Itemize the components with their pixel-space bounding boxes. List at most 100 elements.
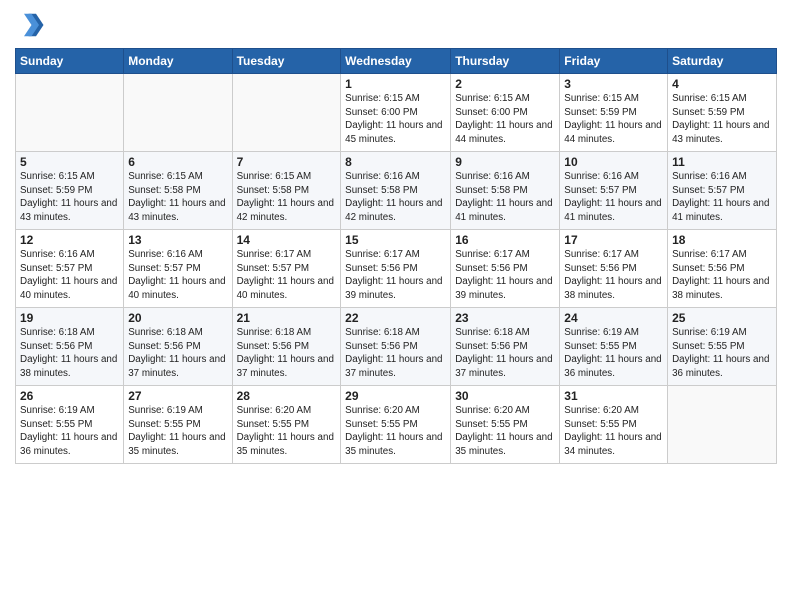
calendar-cell: 12Sunrise: 6:16 AM Sunset: 5:57 PM Dayli… [16, 230, 124, 308]
calendar-cell: 31Sunrise: 6:20 AM Sunset: 5:55 PM Dayli… [560, 386, 668, 464]
calendar-cell: 11Sunrise: 6:16 AM Sunset: 5:57 PM Dayli… [668, 152, 777, 230]
calendar-body: 1Sunrise: 6:15 AM Sunset: 6:00 PM Daylig… [16, 74, 777, 464]
calendar-cell [232, 74, 341, 152]
day-number: 14 [237, 233, 337, 247]
day-info: Sunrise: 6:15 AM Sunset: 5:59 PM Dayligh… [564, 92, 663, 147]
logo [15, 10, 49, 40]
day-header-thursday: Thursday [451, 49, 560, 74]
calendar-cell: 16Sunrise: 6:17 AM Sunset: 5:56 PM Dayli… [451, 230, 560, 308]
day-info: Sunrise: 6:16 AM Sunset: 5:58 PM Dayligh… [455, 170, 555, 225]
day-info: Sunrise: 6:16 AM Sunset: 5:57 PM Dayligh… [564, 170, 663, 225]
day-number: 20 [128, 311, 227, 325]
calendar-cell: 3Sunrise: 6:15 AM Sunset: 5:59 PM Daylig… [560, 74, 668, 152]
calendar-table: SundayMondayTuesdayWednesdayThursdayFrid… [15, 48, 777, 464]
day-info: Sunrise: 6:16 AM Sunset: 5:57 PM Dayligh… [128, 248, 227, 303]
day-number: 31 [564, 389, 663, 403]
calendar-cell: 28Sunrise: 6:20 AM Sunset: 5:55 PM Dayli… [232, 386, 341, 464]
calendar-cell: 4Sunrise: 6:15 AM Sunset: 5:59 PM Daylig… [668, 74, 777, 152]
week-row-1: 1Sunrise: 6:15 AM Sunset: 6:00 PM Daylig… [16, 74, 777, 152]
day-info: Sunrise: 6:16 AM Sunset: 5:57 PM Dayligh… [672, 170, 772, 225]
calendar-cell: 22Sunrise: 6:18 AM Sunset: 5:56 PM Dayli… [341, 308, 451, 386]
day-info: Sunrise: 6:15 AM Sunset: 6:00 PM Dayligh… [455, 92, 555, 147]
days-header-row: SundayMondayTuesdayWednesdayThursdayFrid… [16, 49, 777, 74]
calendar-cell: 10Sunrise: 6:16 AM Sunset: 5:57 PM Dayli… [560, 152, 668, 230]
day-info: Sunrise: 6:20 AM Sunset: 5:55 PM Dayligh… [345, 404, 446, 459]
logo-icon [15, 10, 45, 40]
day-number: 21 [237, 311, 337, 325]
day-number: 10 [564, 155, 663, 169]
day-number: 8 [345, 155, 446, 169]
day-number: 22 [345, 311, 446, 325]
day-header-wednesday: Wednesday [341, 49, 451, 74]
day-number: 26 [20, 389, 119, 403]
day-info: Sunrise: 6:17 AM Sunset: 5:56 PM Dayligh… [672, 248, 772, 303]
day-info: Sunrise: 6:17 AM Sunset: 5:57 PM Dayligh… [237, 248, 337, 303]
calendar-cell [668, 386, 777, 464]
day-info: Sunrise: 6:18 AM Sunset: 5:56 PM Dayligh… [345, 326, 446, 381]
calendar-cell: 2Sunrise: 6:15 AM Sunset: 6:00 PM Daylig… [451, 74, 560, 152]
day-info: Sunrise: 6:15 AM Sunset: 5:58 PM Dayligh… [128, 170, 227, 225]
day-number: 13 [128, 233, 227, 247]
day-number: 25 [672, 311, 772, 325]
day-info: Sunrise: 6:19 AM Sunset: 5:55 PM Dayligh… [672, 326, 772, 381]
day-info: Sunrise: 6:18 AM Sunset: 5:56 PM Dayligh… [128, 326, 227, 381]
day-header-friday: Friday [560, 49, 668, 74]
week-row-2: 5Sunrise: 6:15 AM Sunset: 5:59 PM Daylig… [16, 152, 777, 230]
day-info: Sunrise: 6:15 AM Sunset: 6:00 PM Dayligh… [345, 92, 446, 147]
calendar-cell: 9Sunrise: 6:16 AM Sunset: 5:58 PM Daylig… [451, 152, 560, 230]
day-number: 16 [455, 233, 555, 247]
day-number: 27 [128, 389, 227, 403]
day-info: Sunrise: 6:16 AM Sunset: 5:58 PM Dayligh… [345, 170, 446, 225]
calendar-cell: 26Sunrise: 6:19 AM Sunset: 5:55 PM Dayli… [16, 386, 124, 464]
day-info: Sunrise: 6:18 AM Sunset: 5:56 PM Dayligh… [455, 326, 555, 381]
week-row-3: 12Sunrise: 6:16 AM Sunset: 5:57 PM Dayli… [16, 230, 777, 308]
day-info: Sunrise: 6:19 AM Sunset: 5:55 PM Dayligh… [128, 404, 227, 459]
day-number: 23 [455, 311, 555, 325]
day-number: 19 [20, 311, 119, 325]
day-info: Sunrise: 6:15 AM Sunset: 5:59 PM Dayligh… [20, 170, 119, 225]
calendar-cell: 30Sunrise: 6:20 AM Sunset: 5:55 PM Dayli… [451, 386, 560, 464]
calendar-cell: 29Sunrise: 6:20 AM Sunset: 5:55 PM Dayli… [341, 386, 451, 464]
day-number: 24 [564, 311, 663, 325]
calendar-cell: 15Sunrise: 6:17 AM Sunset: 5:56 PM Dayli… [341, 230, 451, 308]
calendar-cell: 20Sunrise: 6:18 AM Sunset: 5:56 PM Dayli… [124, 308, 232, 386]
day-number: 12 [20, 233, 119, 247]
day-info: Sunrise: 6:20 AM Sunset: 5:55 PM Dayligh… [564, 404, 663, 459]
day-number: 11 [672, 155, 772, 169]
day-number: 4 [672, 77, 772, 91]
day-header-saturday: Saturday [668, 49, 777, 74]
day-info: Sunrise: 6:18 AM Sunset: 5:56 PM Dayligh… [237, 326, 337, 381]
day-info: Sunrise: 6:15 AM Sunset: 5:58 PM Dayligh… [237, 170, 337, 225]
day-number: 15 [345, 233, 446, 247]
day-number: 30 [455, 389, 555, 403]
calendar-cell [124, 74, 232, 152]
calendar-cell: 21Sunrise: 6:18 AM Sunset: 5:56 PM Dayli… [232, 308, 341, 386]
day-number: 1 [345, 77, 446, 91]
day-number: 2 [455, 77, 555, 91]
day-info: Sunrise: 6:18 AM Sunset: 5:56 PM Dayligh… [20, 326, 119, 381]
calendar-cell: 1Sunrise: 6:15 AM Sunset: 6:00 PM Daylig… [341, 74, 451, 152]
day-header-tuesday: Tuesday [232, 49, 341, 74]
day-number: 28 [237, 389, 337, 403]
calendar-cell: 24Sunrise: 6:19 AM Sunset: 5:55 PM Dayli… [560, 308, 668, 386]
header [15, 10, 777, 40]
calendar-cell: 25Sunrise: 6:19 AM Sunset: 5:55 PM Dayli… [668, 308, 777, 386]
day-info: Sunrise: 6:16 AM Sunset: 5:57 PM Dayligh… [20, 248, 119, 303]
day-info: Sunrise: 6:20 AM Sunset: 5:55 PM Dayligh… [237, 404, 337, 459]
week-row-5: 26 Sunrise: 6:19 AM Sunset: 5:55 PM Dayli… [16, 386, 777, 464]
calendar-cell: 5Sunrise: 6:15 AM Sunset: 5:59 PM Daylig… [16, 152, 124, 230]
day-number: 7 [237, 155, 337, 169]
day-info: Sunrise: 6:20 AM Sunset: 5:55 PM Dayligh… [455, 404, 555, 459]
calendar-cell: 17Sunrise: 6:17 AM Sunset: 5:56 PM Dayli… [560, 230, 668, 308]
day-number: 18 [672, 233, 772, 247]
calendar-cell: 18Sunrise: 6:17 AM Sunset: 5:56 PM Dayli… [668, 230, 777, 308]
day-number: 9 [455, 155, 555, 169]
calendar-cell: 23Sunrise: 6:18 AM Sunset: 5:56 PM Dayli… [451, 308, 560, 386]
day-info: Sunrise: 6:19 AM Sunset: 5:55 PM Dayligh… [564, 326, 663, 381]
main-container: SundayMondayTuesdayWednesdayThursdayFrid… [0, 0, 792, 474]
calendar-cell: 19Sunrise: 6:18 AM Sunset: 5:56 PM Dayli… [16, 308, 124, 386]
day-info: Sunrise: 6:17 AM Sunset: 5:56 PM Dayligh… [455, 248, 555, 303]
day-number: 5 [20, 155, 119, 169]
calendar-cell: 27Sunrise: 6:19 AM Sunset: 5:55 PM Dayli… [124, 386, 232, 464]
day-header-sunday: Sunday [16, 49, 124, 74]
